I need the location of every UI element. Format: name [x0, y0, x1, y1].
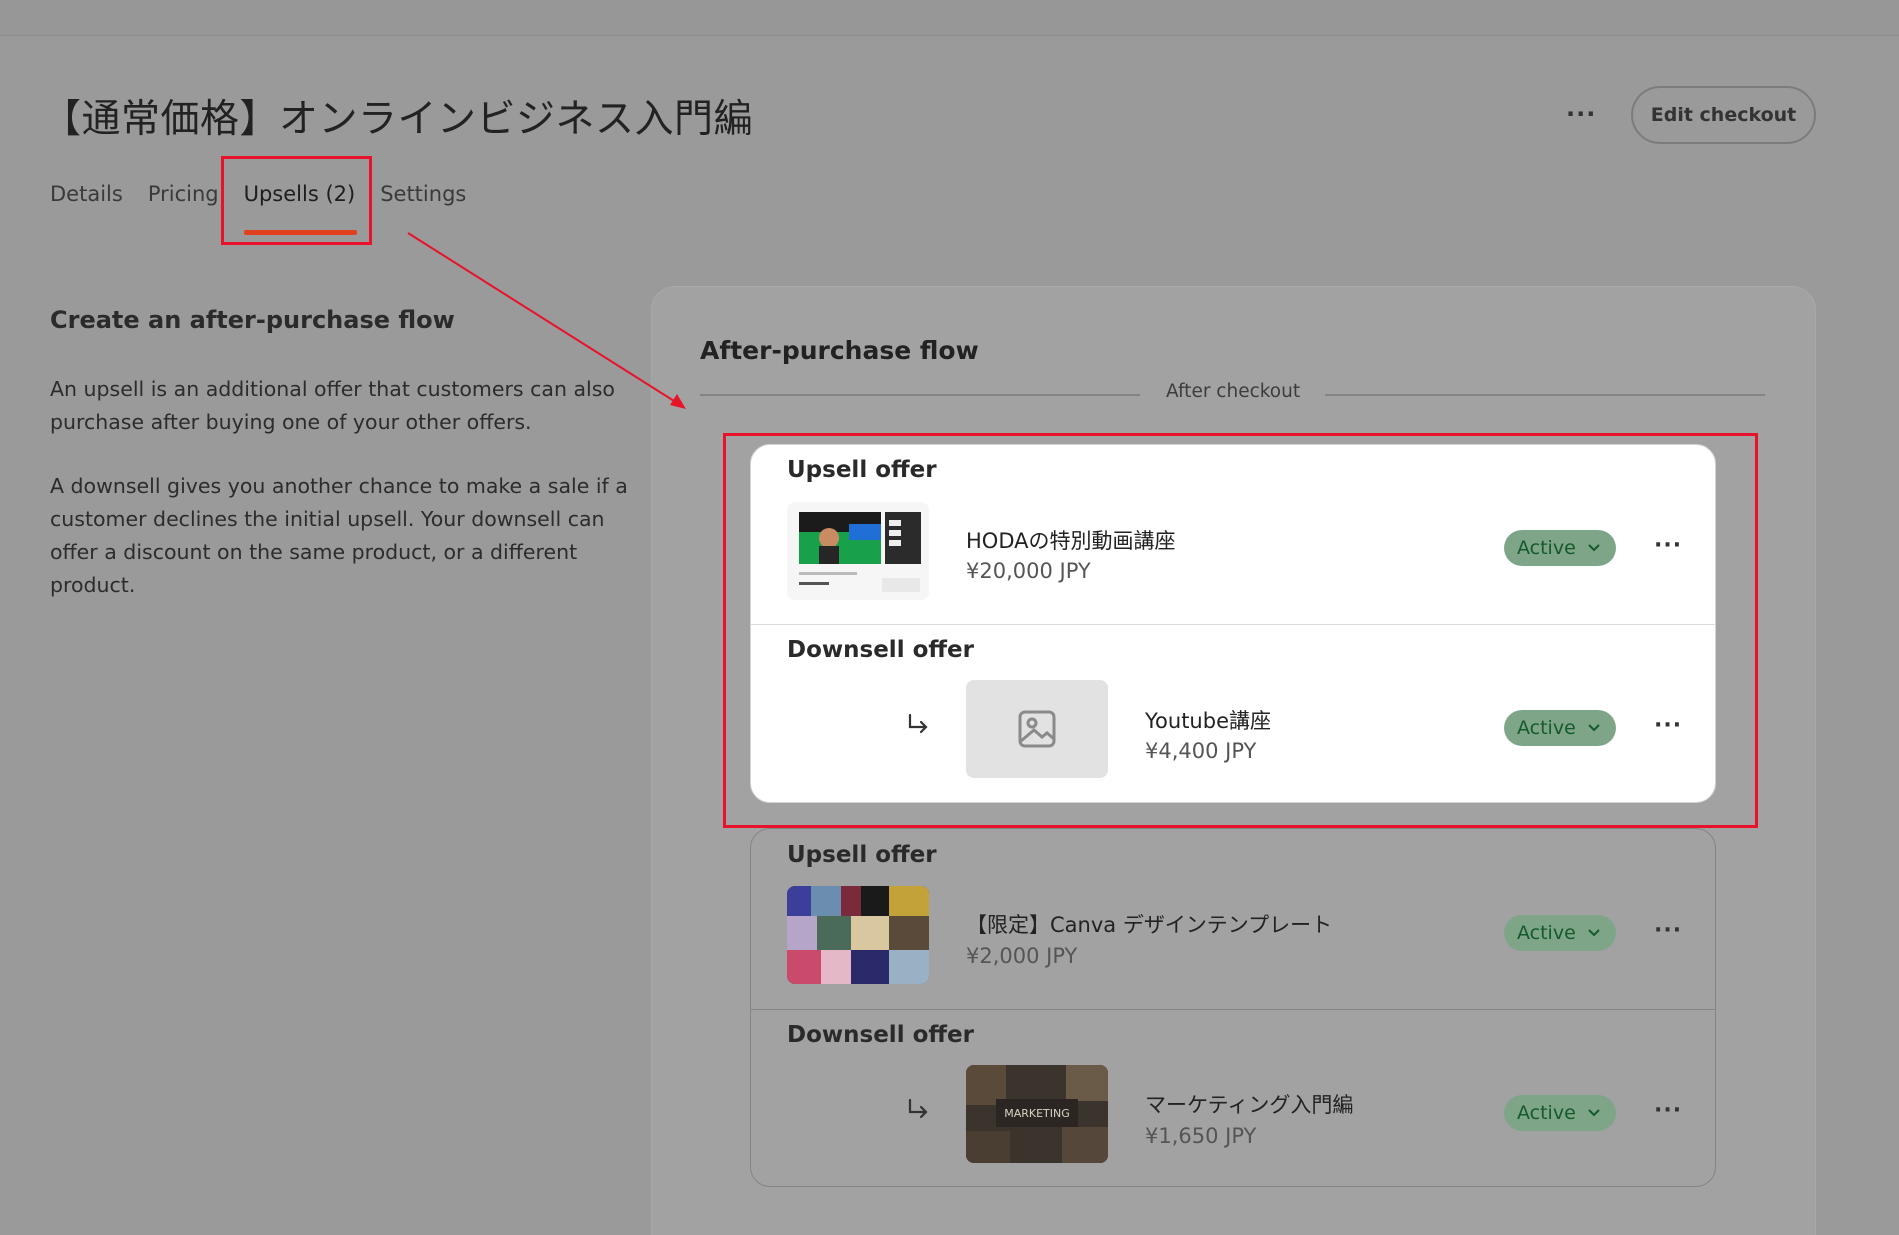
top-bar — [0, 0, 1899, 36]
tab-pricing[interactable]: Pricing — [148, 182, 219, 206]
status-label: Active — [1517, 1102, 1576, 1124]
status-label: Active — [1517, 922, 1576, 944]
return-arrow-icon — [908, 1098, 928, 1119]
offer-more-icon[interactable]: ··· — [1654, 918, 1682, 943]
group-divider — [751, 1009, 1715, 1010]
marketing-photo: MARKETING — [966, 1065, 1108, 1163]
upsell-offer-label: Upsell offer — [787, 842, 937, 868]
offer-price: ¥1,650 JPY — [1145, 1124, 1257, 1148]
offer-name: 【限定】Canva デザインテンプレート — [966, 913, 1333, 937]
section-heading: Create an after-purchase flow — [50, 306, 455, 334]
flow-title: After-purchase flow — [700, 336, 979, 365]
canva-templates-collage — [787, 886, 929, 984]
separator-line-right — [1325, 394, 1765, 396]
separator-line-left — [700, 394, 1140, 396]
edit-checkout-button[interactable]: Edit checkout — [1631, 86, 1816, 144]
status-dropdown[interactable]: Active — [1504, 915, 1616, 951]
offer-more-icon[interactable]: ··· — [1654, 1098, 1682, 1123]
offer-highlight-box — [723, 433, 1758, 828]
chevron-down-icon — [1588, 929, 1600, 937]
offer-name: マーケティング入門編 — [1145, 1093, 1354, 1117]
tab-details[interactable]: Details — [50, 182, 123, 206]
downsell-description: A downsell gives you another chance to m… — [50, 474, 628, 597]
more-options-icon[interactable]: ··· — [1566, 100, 1596, 128]
after-checkout-label: After checkout — [1166, 381, 1301, 402]
page-title: 【通常価格】オンラインビジネス入門編 — [42, 97, 754, 142]
upsell-description: An upsell is an additional offer that cu… — [50, 377, 615, 434]
tab-settings[interactable]: Settings — [380, 182, 466, 206]
status-dropdown[interactable]: Active — [1504, 1095, 1616, 1131]
chevron-down-icon — [1588, 1109, 1600, 1117]
downsell-offer-label: Downsell offer — [787, 1022, 974, 1048]
offer-price: ¥2,000 JPY — [966, 944, 1078, 968]
svg-text:MARKETING: MARKETING — [1004, 1107, 1070, 1120]
tab-highlight-box — [221, 156, 372, 245]
